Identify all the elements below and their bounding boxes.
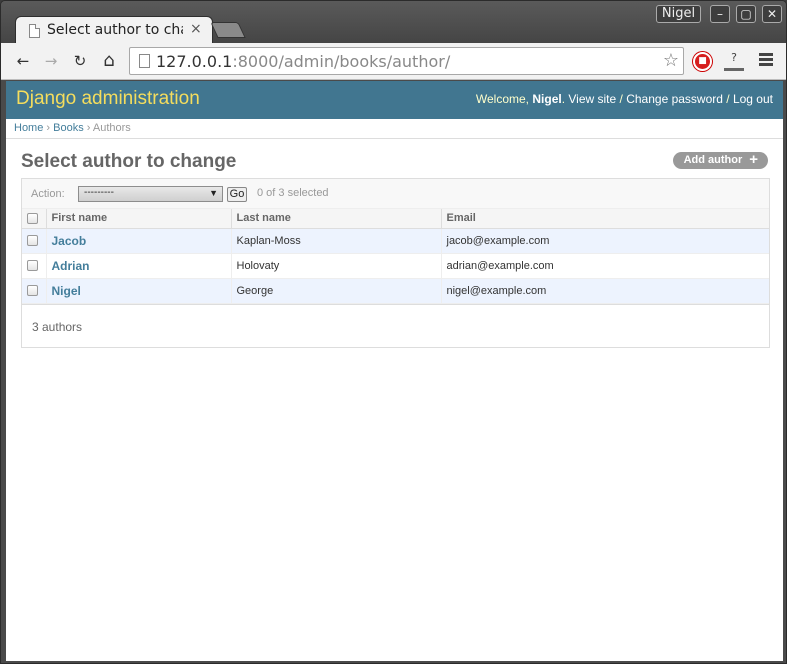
reload-icon[interactable]: ↻ (70, 51, 90, 71)
back-arrow-icon[interactable]: ← (13, 51, 33, 71)
hamburger-menu-icon[interactable] (759, 53, 773, 67)
view-site-link[interactable]: View site (568, 92, 616, 106)
first-name-cell: Jacob (45, 228, 231, 254)
main-content: Select author to change Add author + Acti… (6, 139, 783, 348)
changelist: Action: --------- ▼ Go 0 of 3 selected F… (21, 178, 770, 348)
email-cell: nigel@example.com (440, 278, 769, 304)
breadcrumb-books[interactable]: Books (53, 122, 84, 134)
row-checkbox[interactable] (27, 285, 38, 297)
minimize-button[interactable]: – (710, 5, 730, 23)
stop-extension-icon[interactable]: ■ (693, 52, 712, 71)
plus-icon: + (749, 151, 758, 168)
table-row: Jacob Kaplan-Moss jacob@example.com (22, 228, 769, 254)
result-count: 3 authors (32, 319, 83, 334)
separator: / (616, 92, 627, 106)
add-author-label: Add author (683, 154, 743, 166)
email-cell: adrian@example.com (440, 253, 769, 279)
bookmark-star-icon[interactable]: ☆ (663, 50, 679, 71)
url-text[interactable]: 127.0.0.1:8000/admin/books/author/ (156, 52, 450, 71)
column-header-last-name[interactable]: Last name (230, 209, 441, 229)
title-bar: Select author to cha × Nigel – ▢ ✕ (1, 1, 786, 44)
last-name-cell: Kaplan-Moss (230, 228, 441, 254)
paginator: 3 authors (22, 303, 769, 347)
author-link[interactable]: Adrian (52, 259, 90, 273)
go-button[interactable]: Go (227, 187, 247, 202)
browser-toolbar: ← → ↻ ⌂ 127.0.0.1:8000/admin/books/autho… (1, 43, 786, 80)
author-link[interactable]: Nigel (52, 284, 81, 298)
url-path: :8000/admin/books/author/ (232, 52, 451, 71)
browser-window: Select author to cha × Nigel – ▢ ✕ ← → ↻… (0, 0, 787, 664)
page-icon (139, 54, 150, 68)
row-checkbox[interactable] (27, 260, 38, 272)
page-icon (29, 24, 40, 38)
breadcrumb-home[interactable]: Home (14, 122, 43, 134)
forward-arrow-icon[interactable]: → (41, 51, 61, 71)
selected-count: 0 of 3 selected (257, 187, 329, 199)
select-all-cell (22, 209, 46, 229)
welcome-text: Welcome, (475, 92, 530, 106)
new-tab-button[interactable] (210, 22, 246, 38)
page-title: Select author to change (21, 151, 237, 172)
profile-button[interactable]: Nigel (656, 5, 701, 23)
url-host: 127.0.0.1 (156, 52, 233, 71)
table-header-row: First name Last name Email (22, 209, 769, 229)
add-author-button[interactable]: Add author + (672, 151, 768, 169)
table-row: Adrian Holovaty adrian@example.com (22, 253, 769, 279)
home-icon[interactable]: ⌂ (99, 51, 119, 71)
change-password-link[interactable]: Change password (626, 92, 723, 106)
maximize-button[interactable]: ▢ (736, 5, 756, 23)
tab-title: Select author to cha (47, 22, 183, 38)
action-label: Action: (31, 188, 65, 200)
username: Nigel (532, 92, 562, 106)
table-row: Nigel George nigel@example.com (22, 278, 769, 304)
admin-header: Django administration Welcome, Nigel. Vi… (6, 81, 783, 119)
select-all-checkbox[interactable] (27, 212, 38, 224)
results-table: First name Last name Email Jacob Kaplan-… (22, 209, 769, 304)
browser-tab[interactable]: Select author to cha × (15, 16, 213, 44)
breadcrumb-separator: › (43, 122, 54, 134)
first-name-cell: Adrian (45, 253, 231, 279)
email-cell: jacob@example.com (440, 228, 769, 254)
close-window-button[interactable]: ✕ (762, 5, 782, 23)
breadcrumb: Home › Books › Authors (6, 119, 783, 139)
breadcrumb-authors: Authors (92, 122, 131, 134)
last-name-cell: George (230, 278, 441, 304)
row-checkbox-cell (22, 228, 46, 254)
page-viewport: Django administration Welcome, Nigel. Vi… (6, 81, 783, 661)
column-header-first-name[interactable]: First name (45, 209, 231, 229)
last-name-cell: Holovaty (230, 253, 441, 279)
close-tab-icon[interactable]: × (190, 21, 202, 37)
actions-bar: Action: --------- ▼ Go 0 of 3 selected (22, 179, 769, 209)
row-checkbox-cell (22, 278, 46, 304)
dropdown-arrow-icon: ▼ (209, 188, 218, 198)
separator: / (722, 92, 733, 106)
action-selected-value: --------- (84, 187, 114, 198)
user-tools: Welcome, Nigel. View site / Change passw… (475, 92, 773, 106)
first-name-cell: Nigel (45, 278, 231, 304)
breadcrumb-separator: › (83, 122, 93, 134)
help-extension-icon[interactable]: ? (724, 51, 744, 71)
author-link[interactable]: Jacob (52, 234, 87, 248)
site-branding[interactable]: Django administration (16, 88, 200, 110)
address-bar[interactable]: 127.0.0.1:8000/admin/books/author/ ☆ (129, 47, 684, 75)
log-out-link[interactable]: Log out (733, 92, 773, 106)
column-header-email[interactable]: Email (440, 209, 769, 229)
action-select[interactable]: --------- ▼ (78, 186, 223, 202)
row-checkbox[interactable] (27, 235, 38, 247)
row-checkbox-cell (22, 253, 46, 279)
